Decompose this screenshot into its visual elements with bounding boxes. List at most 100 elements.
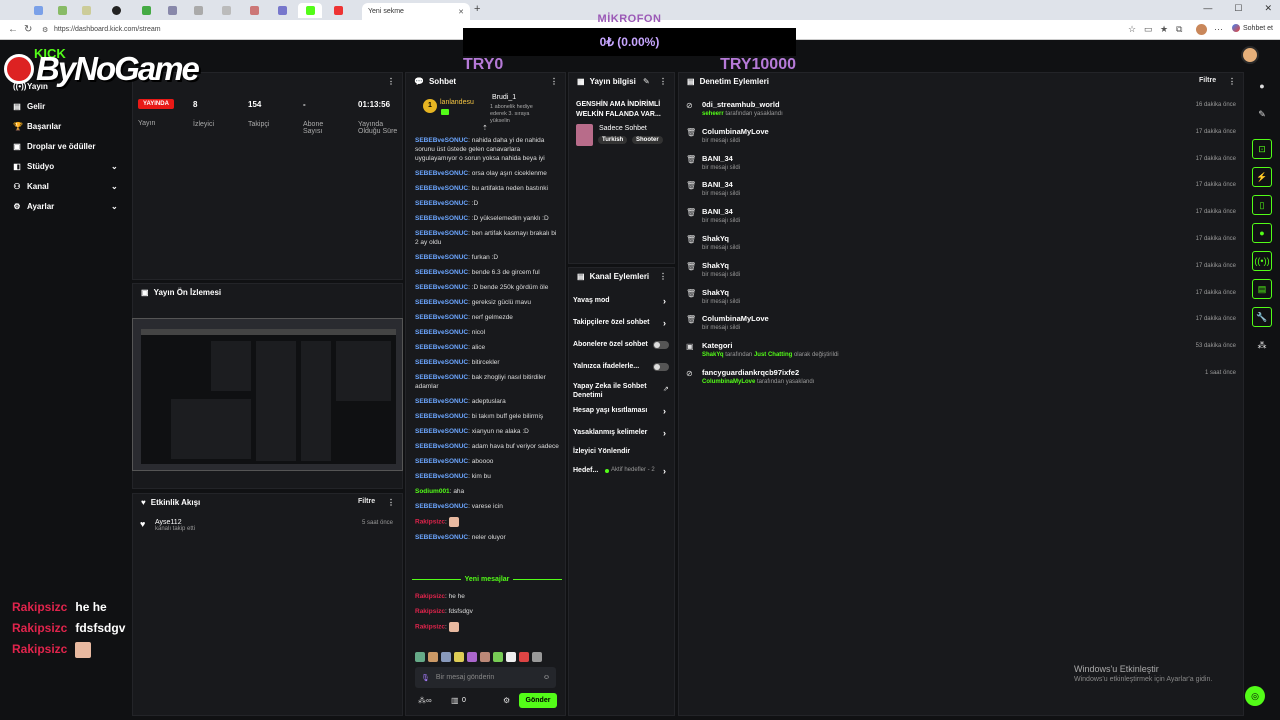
- activity-filter-button[interactable]: Filtre: [358, 498, 375, 505]
- chat-username[interactable]: SEBEBveSONUC: [415, 534, 468, 541]
- mod-action-target[interactable]: ShakYq: [702, 261, 729, 270]
- user-avatar[interactable]: [1241, 46, 1259, 64]
- chat-username[interactable]: SEBEBveSONUC: [415, 215, 468, 222]
- chat-username[interactable]: SEBEBveSONUC: [415, 200, 468, 207]
- account-age-action[interactable]: Hesap yaşı kısıtlaması ›: [573, 406, 666, 416]
- channel-points-icon[interactable]: ⁂∞: [418, 696, 432, 705]
- chat-username[interactable]: Rakipsizc: [415, 519, 445, 526]
- browser-tab[interactable]: [104, 3, 128, 18]
- emoji-icon[interactable]: ☺: [543, 674, 550, 681]
- wrench-icon[interactable]: 🔧: [1252, 307, 1272, 327]
- refresh-icon[interactable]: ↻: [24, 24, 32, 35]
- document-icon[interactable]: ▯: [1252, 195, 1272, 215]
- more-options-icon[interactable]: ⋮: [1228, 77, 1236, 86]
- chat-username[interactable]: SEBEBveSONUC: [415, 443, 468, 450]
- browser-tab[interactable]: [50, 3, 74, 18]
- sidebar-item-revenue[interactable]: ▤ Gelir: [13, 102, 45, 111]
- more-options-icon[interactable]: ⋮: [659, 272, 667, 281]
- mod-action-target[interactable]: BANI_34: [702, 180, 733, 189]
- mod-action-target[interactable]: Kategori: [702, 341, 732, 350]
- browser-tab[interactable]: [270, 3, 294, 18]
- maximize-icon[interactable]: ☐: [1234, 3, 1242, 14]
- broadcast-icon[interactable]: ((•)): [1252, 251, 1272, 271]
- sidebar-item-settings[interactable]: ⚙ Ayarlar ⌄: [13, 202, 127, 211]
- ai-moderation-action[interactable]: Yapay Zeka ile Sohbet Denetimi: [573, 382, 651, 400]
- mod-action-target[interactable]: BANI_34: [702, 154, 733, 163]
- more-options-icon[interactable]: ⋮: [550, 77, 558, 86]
- subs-only-toggle[interactable]: [653, 341, 669, 349]
- chat-username[interactable]: SEBEBveSONUC: [415, 314, 468, 321]
- browser-tab[interactable]: [74, 3, 98, 18]
- followers-only-action[interactable]: Takipçilere özel sohbet ›: [573, 318, 666, 328]
- bolt-icon[interactable]: ⚡: [1252, 167, 1272, 187]
- close-window-icon[interactable]: ✕: [1264, 3, 1272, 14]
- chat-username[interactable]: SEBEBveSONUC: [415, 137, 468, 144]
- chat-username[interactable]: SEBEBveSONUC: [415, 329, 468, 336]
- goals-action[interactable]: Hedef... ›: [573, 466, 666, 476]
- mod-action-target[interactable]: ShakYq: [702, 288, 729, 297]
- chat-username[interactable]: Sodium001: [415, 488, 450, 495]
- chat-input[interactable]: 🎙 Bir mesaj gönderin ☺: [415, 667, 556, 688]
- collections-icon[interactable]: ⧉: [1176, 24, 1182, 35]
- browser-tab-kick[interactable]: [298, 3, 322, 18]
- star-icon[interactable]: ☆: [1128, 24, 1136, 35]
- chat-username[interactable]: Rakipsizc: [415, 624, 445, 631]
- url-input[interactable]: https://dashboard.kick.com/stream: [54, 26, 161, 33]
- mod-action-actor[interactable]: ShakYq: [702, 352, 724, 358]
- help-chat-icon[interactable]: ◎: [1245, 686, 1265, 706]
- emote-icon[interactable]: [506, 652, 516, 662]
- chat-username[interactable]: SEBEBveSONUC: [415, 230, 468, 237]
- banned-words-action[interactable]: Yasaklanmış kelimeler ›: [573, 428, 666, 438]
- emote-icon[interactable]: [493, 652, 503, 662]
- gift-suggest-user[interactable]: Brudi_1: [492, 94, 516, 101]
- sidebar-item-achievements[interactable]: 🏆 Başarılar: [13, 122, 61, 131]
- emote-icon[interactable]: [441, 652, 451, 662]
- more-options-icon[interactable]: ⋮: [659, 77, 667, 86]
- mod-action-target[interactable]: 0di_streamhub_world: [702, 100, 780, 109]
- profile-avatar[interactable]: [1196, 24, 1207, 35]
- tag-chip[interactable]: Turkish: [598, 136, 628, 144]
- emote-icon[interactable]: [415, 652, 425, 662]
- stream-category[interactable]: Sadece Sohbet: [599, 125, 647, 132]
- camera-icon[interactable]: ⊡: [1252, 139, 1272, 159]
- chat-username[interactable]: SEBEBveSONUC: [415, 428, 468, 435]
- emote-only-toggle[interactable]: [653, 363, 669, 371]
- chat-username[interactable]: SEBEBveSONUC: [415, 473, 468, 480]
- chat-settings-icon[interactable]: ⚙: [503, 696, 510, 705]
- more-options-icon[interactable]: ⋮: [387, 498, 395, 507]
- browser-tab-active[interactable]: Yeni sekme ✕: [362, 3, 470, 20]
- mod-action-actor[interactable]: seheerr: [702, 111, 724, 117]
- emote-icon[interactable]: [532, 652, 542, 662]
- top-gifter-user[interactable]: lanlandesu: [440, 99, 474, 106]
- slow-mode-action[interactable]: Yavaş mod ›: [573, 296, 666, 306]
- sidebar-item-channel[interactable]: ⚇ Kanal ⌄: [13, 182, 127, 191]
- mod-action-target[interactable]: ColumbinaMyLove: [702, 314, 769, 323]
- back-icon[interactable]: ←: [8, 24, 18, 35]
- minimize-icon[interactable]: —: [1203, 3, 1212, 14]
- copilot-chat-button[interactable]: Sohbet et: [1232, 24, 1273, 32]
- chat-username[interactable]: SEBEBveSONUC: [415, 359, 468, 366]
- browser-tab[interactable]: [186, 3, 210, 18]
- mod-action-target[interactable]: BANI_34: [702, 207, 733, 216]
- chat-username[interactable]: SEBEBveSONUC: [415, 503, 468, 510]
- stream-preview-video[interactable]: [132, 318, 403, 471]
- chat-username[interactable]: SEBEBveSONUC: [415, 254, 468, 261]
- collapse-icon[interactable]: ⇡: [482, 124, 488, 132]
- sidebar-item-studio[interactable]: ◧ Stüdyo ⌄: [13, 162, 127, 171]
- browser-tab[interactable]: [326, 3, 350, 18]
- browser-tab[interactable]: [134, 3, 158, 18]
- chat-username[interactable]: SEBEBveSONUC: [415, 413, 468, 420]
- chat-username[interactable]: SEBEBveSONUC: [415, 269, 468, 276]
- browser-tab[interactable]: [242, 3, 266, 18]
- tag-chip[interactable]: Shooter: [632, 136, 663, 144]
- emote-icon[interactable]: [454, 652, 464, 662]
- browser-tab[interactable]: [214, 3, 238, 18]
- mod-action-target[interactable]: ShakYq: [702, 234, 729, 243]
- microphone-icon[interactable]: 🎙: [421, 674, 430, 682]
- chat-username[interactable]: SEBEBveSONUC: [415, 374, 468, 381]
- raid-action[interactable]: İzleyici Yönlendir: [573, 448, 630, 455]
- edit-icon[interactable]: ✎: [1252, 104, 1272, 124]
- favorites-icon[interactable]: ★: [1160, 24, 1168, 35]
- emote-icon[interactable]: [467, 652, 477, 662]
- gift-box-icon[interactable]: ▥: [451, 696, 459, 705]
